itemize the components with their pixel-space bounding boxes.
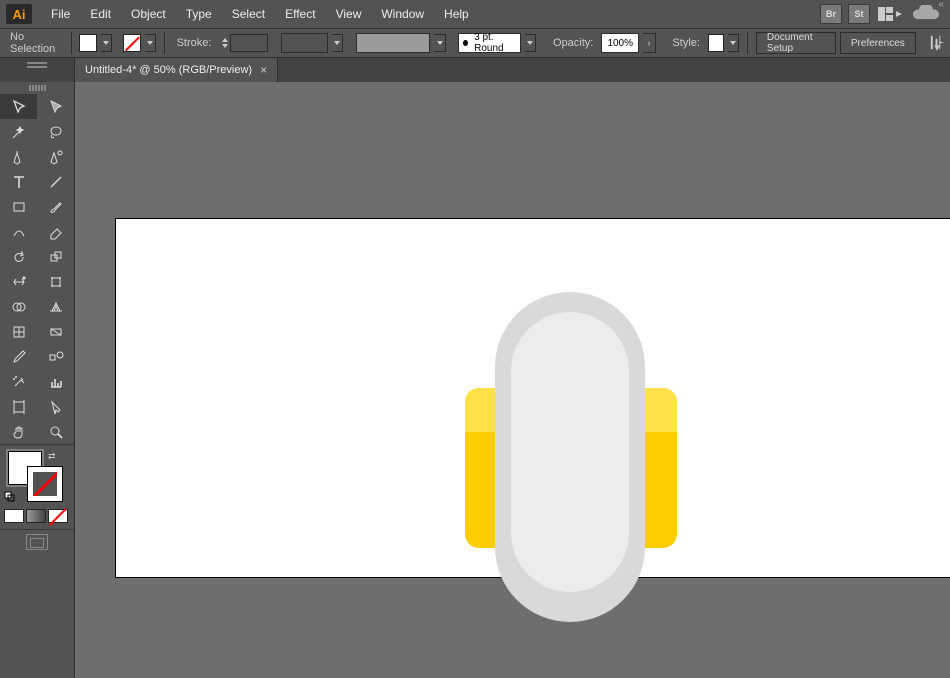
shape-builder-tool[interactable] [0,294,37,319]
line-segment-tool[interactable] [37,169,74,194]
graphic-style-dropdown[interactable] [728,34,739,52]
style-label: Style: [668,37,704,49]
graphic-style-swatch[interactable] [708,34,724,52]
stock-button[interactable]: St [848,4,870,24]
brush-dropdown[interactable] [525,34,536,52]
draw-mode-none[interactable] [48,509,68,523]
artboard-tool[interactable] [0,394,37,419]
draw-mode-gradient[interactable] [26,509,46,523]
zoom-tool[interactable] [37,419,74,444]
lasso-tool[interactable] [37,119,74,144]
scale-tool[interactable] [37,244,74,269]
fill-swatch[interactable] [79,34,97,52]
artwork-gray-capsule-inner [511,312,629,592]
controlbar-collapse-icon[interactable]: « [938,0,944,10]
stroke-swatch[interactable] [123,34,141,52]
arrange-documents-icon[interactable] [878,6,902,22]
slice-tool[interactable] [37,394,74,419]
menu-select[interactable]: Select [223,3,274,25]
type-tool[interactable] [0,169,37,194]
menu-help[interactable]: Help [435,3,478,25]
tools-panel-grip[interactable] [0,82,74,94]
menu-file[interactable]: File [42,3,79,25]
magic-wand-tool[interactable] [0,119,37,144]
paintbrush-tool[interactable] [37,194,74,219]
menu-bar: Ai File Edit Object Type Select Effect V… [0,0,950,28]
sync-settings-icon[interactable] [912,6,940,22]
blend-tool[interactable] [37,344,74,369]
canvas-workspace[interactable] [75,82,950,678]
free-transform-tool[interactable] [37,269,74,294]
controlbar-menu-icon[interactable]: ▾ [928,40,946,54]
menu-edit[interactable]: Edit [81,3,120,25]
default-fill-stroke-icon[interactable] [4,491,16,503]
document-setup-button[interactable]: Document Setup [756,32,836,54]
tab-close-button[interactable]: × [260,63,267,77]
tools-panel: ⇄ [0,82,75,678]
stroke-label: Stroke: [173,37,216,49]
symbol-sprayer-tool[interactable] [0,369,37,394]
variable-width-dropdown[interactable] [332,34,343,52]
screen-mode-icon[interactable] [26,534,48,550]
document-tabstrip: Untitled-4* @ 50% (RGB/Preview) × [0,58,950,82]
column-graph-tool[interactable] [37,369,74,394]
selection-status: No Selection [6,31,63,55]
hand-tool[interactable] [0,419,37,444]
perspective-grid-tool[interactable] [37,294,74,319]
menu-window[interactable]: Window [372,3,433,25]
variable-width-profile[interactable] [281,33,328,53]
stroke-color-well[interactable] [28,467,62,501]
width-tool[interactable] [0,269,37,294]
brush-definition-preview[interactable] [356,33,430,53]
menu-type[interactable]: Type [177,3,221,25]
opacity-input[interactable]: 100% [601,33,639,53]
curvature-tool[interactable] [37,144,74,169]
swap-fill-stroke-icon[interactable]: ⇄ [48,451,56,462]
menu-view[interactable]: View [327,3,371,25]
panel-dock-grip[interactable] [0,58,75,82]
gradient-tool[interactable] [37,319,74,344]
mesh-tool[interactable] [0,319,37,344]
shaper-tool[interactable] [0,219,37,244]
control-bar: No Selection Stroke: 3 pt. Round Opacity… [0,28,950,58]
brush-definition-dropdown[interactable] [434,34,445,52]
menu-effect[interactable]: Effect [276,3,324,25]
brush-display[interactable]: 3 pt. Round [458,33,521,53]
preferences-button[interactable]: Preferences [840,32,916,54]
pen-tool[interactable] [0,144,37,169]
direct-selection-tool[interactable] [37,94,74,119]
document-tab-title: Untitled-4* @ 50% (RGB/Preview) [85,64,252,76]
rotate-tool[interactable] [0,244,37,269]
opacity-dropdown[interactable] [643,33,656,53]
fill-dropdown[interactable] [101,34,112,52]
opacity-label: Opacity: [549,37,597,49]
draw-mode-color[interactable] [4,509,24,523]
rectangle-tool[interactable] [0,194,37,219]
menu-object[interactable]: Object [122,3,175,25]
document-tab[interactable]: Untitled-4* @ 50% (RGB/Preview) × [75,58,278,82]
bridge-button[interactable]: Br [820,4,842,24]
eyedropper-tool[interactable] [0,344,37,369]
stroke-weight-stepper[interactable] [220,37,230,49]
eraser-tool[interactable] [37,219,74,244]
stroke-weight-input[interactable] [230,34,268,52]
stroke-dropdown[interactable] [145,34,156,52]
selection-tool[interactable] [0,94,37,119]
app-logo-icon: Ai [6,4,32,24]
